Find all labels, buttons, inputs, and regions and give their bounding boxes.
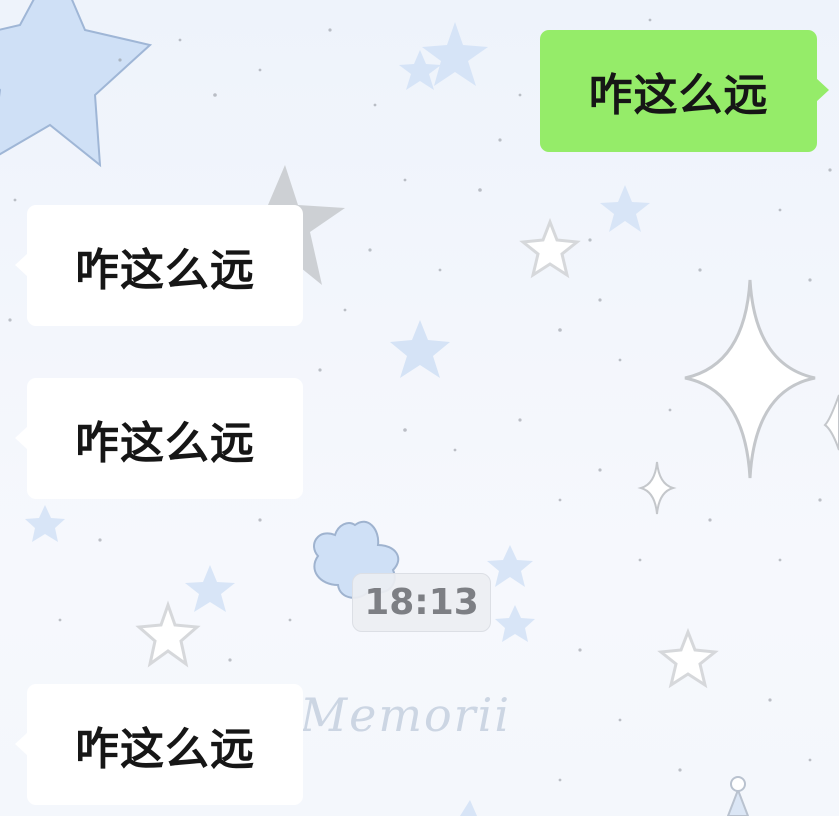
star-decoration (135, 600, 201, 668)
message-text: 咋这么远 (588, 70, 769, 121)
star-decoration (495, 605, 535, 642)
incoming-message-bubble[interactable]: 咋这么远 (15, 684, 303, 805)
sparkle-decoration (684, 279, 816, 479)
star-decoration (657, 627, 719, 689)
star-decoration (460, 800, 477, 816)
message-text: 咋这么远 (75, 244, 255, 296)
timestamp-text: 18:13 (364, 582, 479, 623)
hat-decoration (726, 787, 750, 816)
sparkle-decoration (823, 394, 839, 451)
message-text: 咋这么远 (75, 723, 255, 775)
star-decoration (390, 320, 450, 378)
wallpaper-signature: Memorii (300, 688, 512, 742)
star-decoration (0, 0, 153, 168)
message-timestamp: 18:13 (352, 573, 491, 632)
incoming-message-bubble[interactable]: 咋这么远 (15, 378, 303, 499)
star-decoration (519, 217, 581, 279)
outgoing-message-bubble[interactable]: 咋这么远 (540, 30, 829, 152)
star-decoration (487, 545, 533, 587)
star-decoration (600, 185, 650, 232)
star-decoration (185, 565, 235, 612)
star-decoration (25, 505, 65, 542)
incoming-message-bubble[interactable]: 咋这么远 (15, 205, 303, 326)
star-decoration (422, 22, 488, 86)
hat-decoration (730, 776, 746, 792)
message-text: 咋这么远 (75, 417, 255, 469)
sparkle-decoration (637, 461, 677, 515)
